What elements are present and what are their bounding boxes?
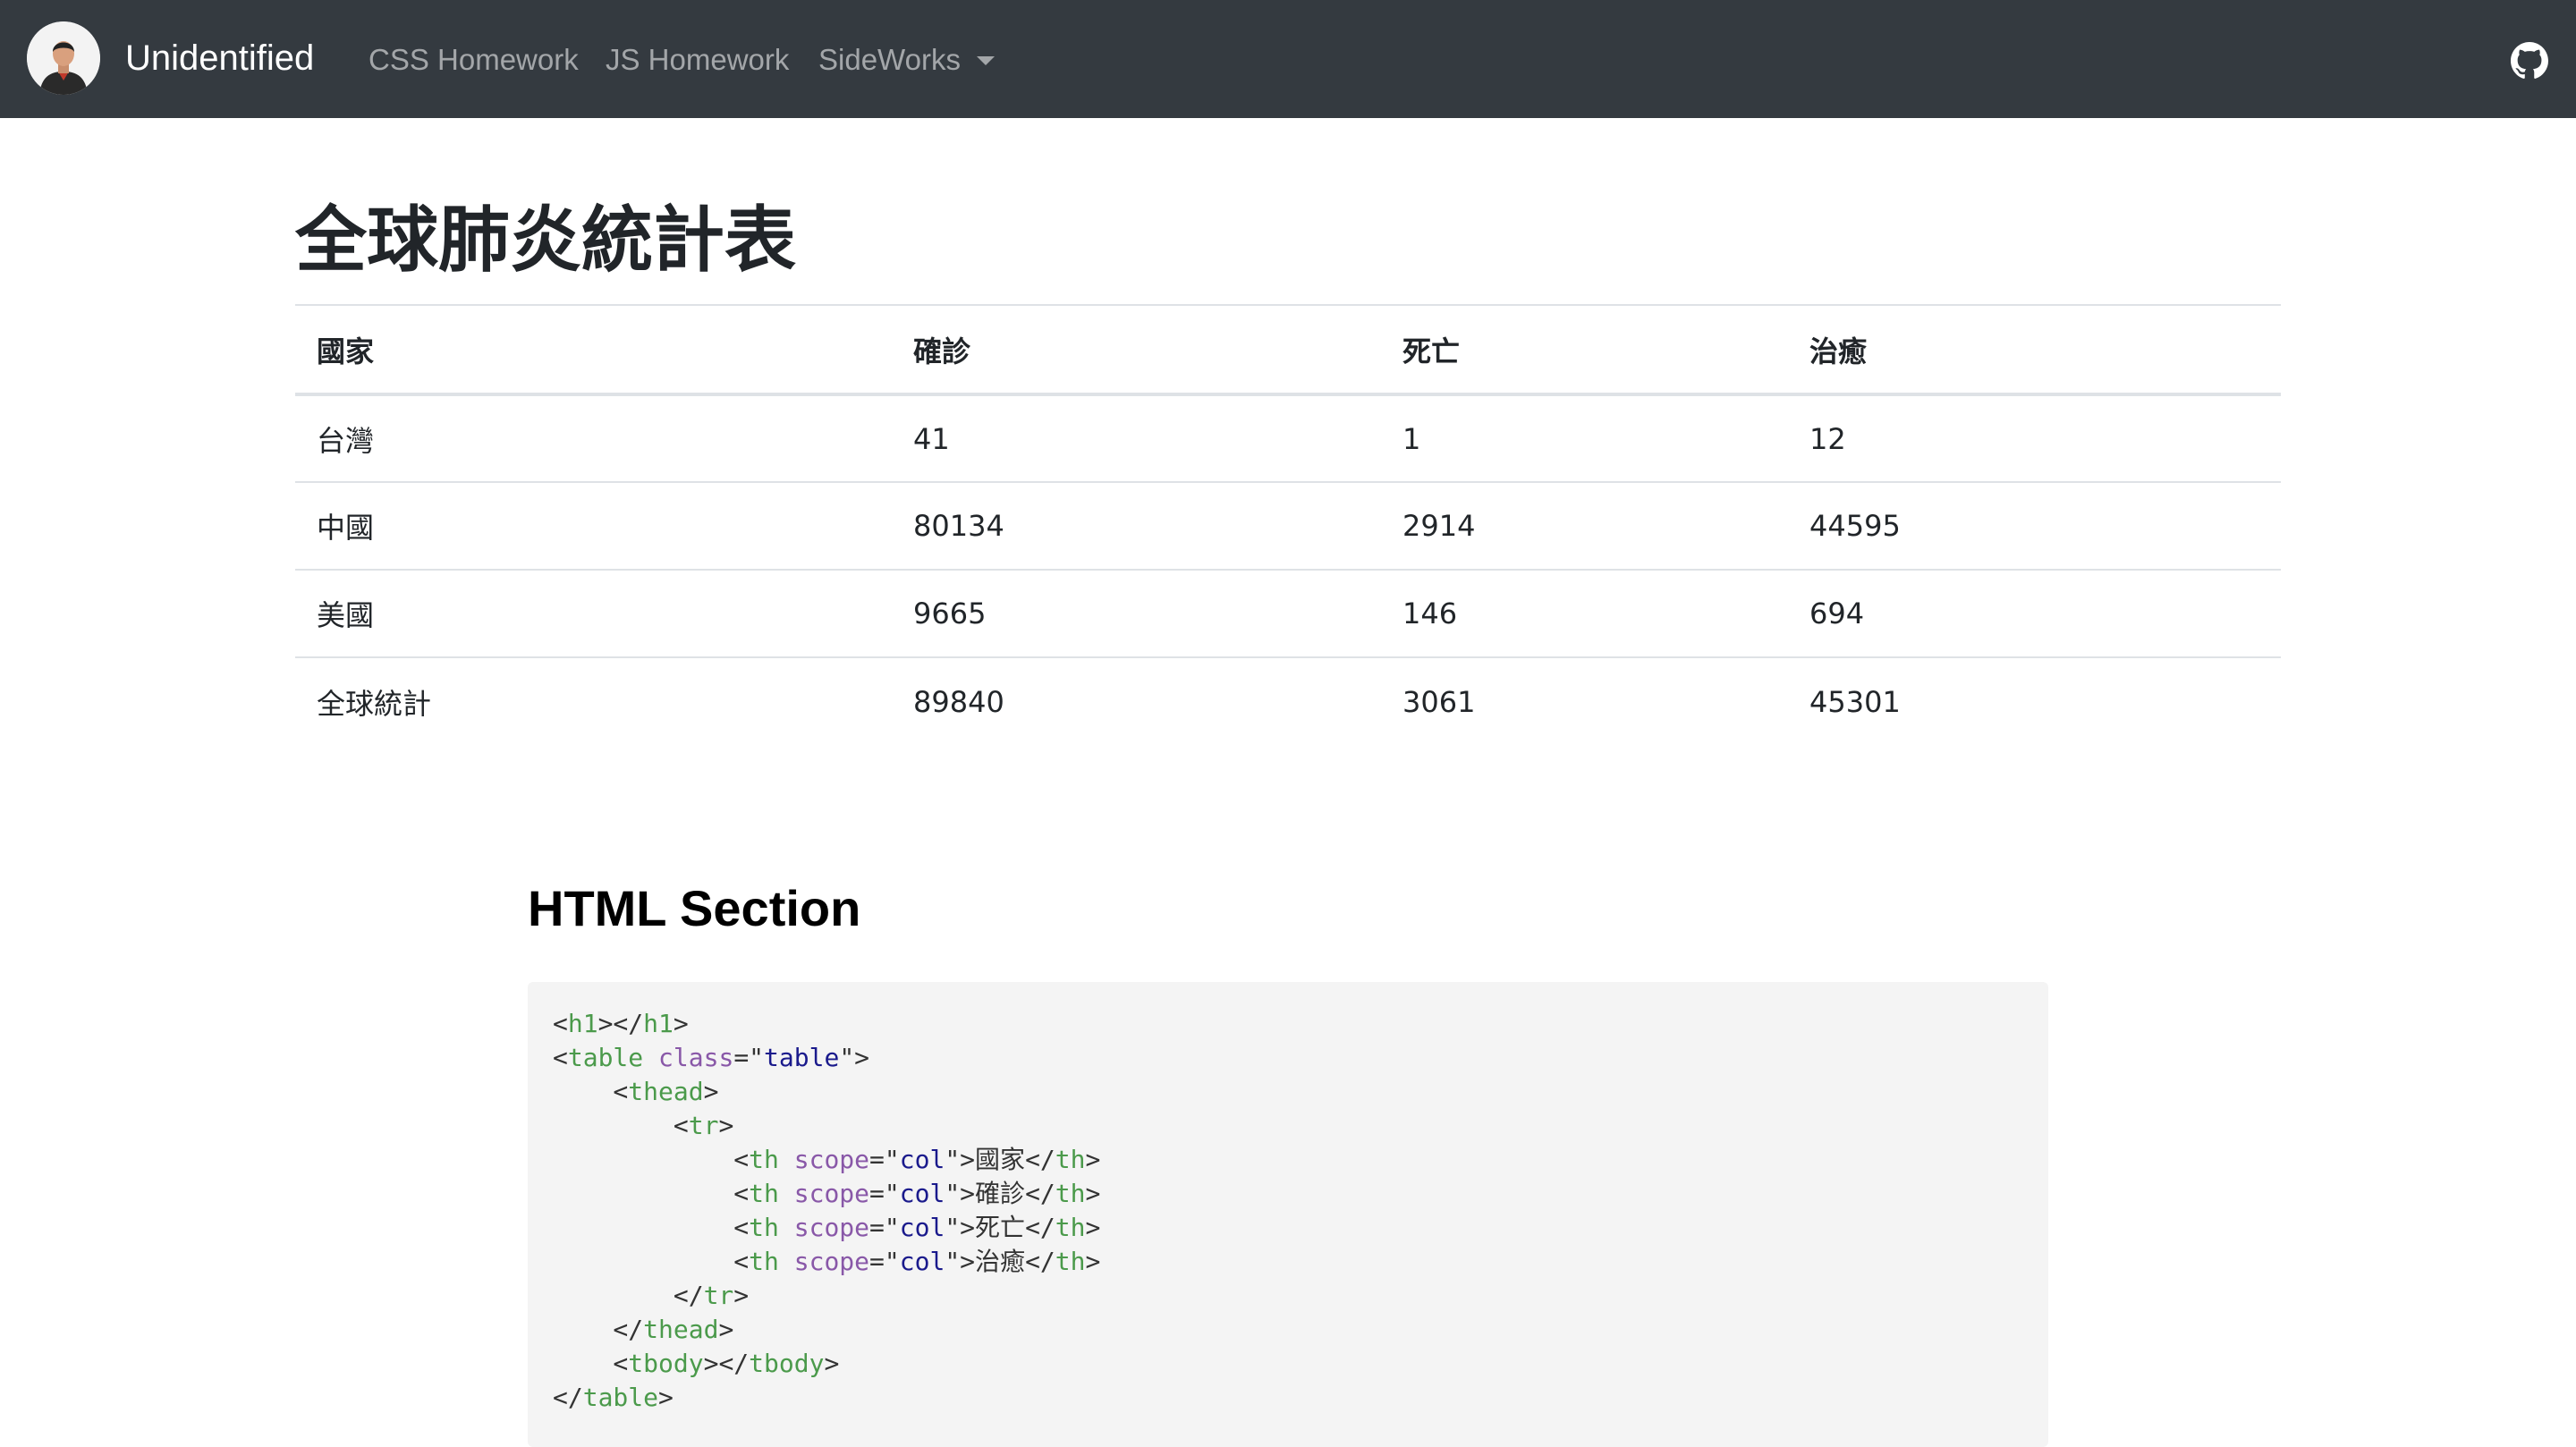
avatar	[27, 21, 100, 95]
header-recovered: 治癒	[1788, 304, 2281, 396]
cell-recovered: 694	[1788, 569, 2281, 657]
code-text-content: 確診	[975, 1179, 1026, 1208]
code-block: <h1></h1> <table class="table"> <thead> <…	[528, 982, 2048, 1447]
code-line: <th scope="col">治癒</th>	[553, 1247, 1101, 1276]
code-tag: th	[749, 1213, 779, 1242]
cell-deaths: 146	[1381, 569, 1788, 657]
code-value: col	[899, 1247, 945, 1276]
code-line: <tbody></tbody>	[553, 1349, 840, 1378]
code-line: <th scope="col">確診</th>	[553, 1179, 1101, 1208]
code-line: <tr>	[553, 1111, 734, 1140]
code-attr: scope	[793, 1145, 870, 1174]
code-line: <h1></h1>	[553, 1009, 689, 1038]
code-tag: table	[582, 1383, 659, 1412]
code-line: <th scope="col">國家</th>	[553, 1145, 1101, 1174]
code-attr: scope	[793, 1213, 870, 1242]
cell-recovered: 45301	[1788, 656, 2281, 745]
code-tag: thead	[643, 1315, 719, 1344]
header-country: 國家	[295, 304, 892, 396]
code-text-content: 死亡	[975, 1213, 1026, 1242]
code-tag: h1	[643, 1009, 674, 1038]
cell-country: 美國	[295, 569, 892, 657]
code-value: table	[764, 1043, 840, 1072]
code-text-content: 國家	[975, 1145, 1026, 1174]
code-tag: tbody	[628, 1349, 704, 1378]
cell-recovered: 12	[1788, 393, 2281, 482]
code-attr: scope	[793, 1179, 870, 1208]
code-tag: tr	[688, 1111, 719, 1140]
github-icon[interactable]	[2511, 42, 2548, 80]
code-tag: th	[749, 1247, 779, 1276]
table-head: 國家 確診 死亡 治癒	[295, 304, 2281, 396]
nav-dropdown-sideworks[interactable]: SideWorks	[818, 42, 995, 78]
cell-confirmed: 41	[892, 393, 1381, 482]
top-navbar: Unidentified CSS Homework JS Homework Si…	[0, 0, 2576, 118]
code-attr: class	[658, 1043, 734, 1072]
code-value: col	[899, 1213, 945, 1242]
code-tag: tbody	[749, 1349, 825, 1378]
cell-confirmed: 9665	[892, 569, 1381, 657]
code-tag: th	[1055, 1145, 1086, 1174]
cell-country: 台灣	[295, 393, 892, 482]
table-row: 台灣 41 1 12	[295, 393, 2281, 482]
table-row: 美國 9665 146 694	[295, 569, 2281, 657]
table-row: 全球統計 89840 3061 45301	[295, 656, 2281, 745]
code-text: <h1></h1> <table class="table"> <thead> <…	[553, 1007, 2023, 1415]
cell-confirmed: 89840	[892, 656, 1381, 745]
table-header-row: 國家 確診 死亡 治癒	[295, 304, 2281, 396]
code-line: </thead>	[553, 1315, 734, 1344]
cell-country: 中國	[295, 481, 892, 570]
code-value: col	[899, 1145, 945, 1174]
section-title: HTML Section	[528, 880, 861, 936]
nav-link-css-homework[interactable]: CSS Homework	[369, 42, 579, 78]
code-line: </tr>	[553, 1281, 750, 1310]
code-value: col	[899, 1179, 945, 1208]
table-body: 台灣 41 1 12 中國 80134 2914 44595 美國 9665 1…	[295, 393, 2281, 745]
brand-link[interactable]: Unidentified	[27, 21, 314, 95]
nav-link-js-homework[interactable]: JS Homework	[606, 42, 789, 78]
code-attr: scope	[793, 1247, 870, 1276]
page-title: 全球肺炎統計表	[295, 199, 796, 282]
cell-country: 全球統計	[295, 656, 892, 745]
brand-name: Unidentified	[125, 38, 315, 78]
code-line: <table class="table">	[553, 1043, 870, 1072]
header-deaths: 死亡	[1381, 304, 1788, 396]
caret-down-icon	[976, 56, 995, 65]
code-tag: th	[749, 1179, 779, 1208]
code-text-content: 治癒	[975, 1247, 1026, 1276]
nav-dropdown-label: SideWorks	[818, 43, 961, 76]
code-tag: tr	[703, 1281, 734, 1310]
cell-deaths: 2914	[1381, 481, 1788, 570]
code-tag: table	[567, 1043, 644, 1072]
code-tag: th	[1055, 1213, 1086, 1242]
code-line: </table>	[553, 1383, 674, 1412]
cell-deaths: 1	[1381, 393, 1788, 482]
code-tag: thead	[628, 1077, 704, 1106]
stats-table: 國家 確診 死亡 治癒 台灣 41 1 12 中國 80134 2914 445…	[295, 304, 2281, 745]
header-confirmed: 確診	[892, 304, 1381, 396]
code-tag: th	[749, 1145, 779, 1174]
table-row: 中國 80134 2914 44595	[295, 481, 2281, 570]
code-line: <thead>	[553, 1077, 719, 1106]
cell-recovered: 44595	[1788, 481, 2281, 570]
code-tag: th	[1055, 1179, 1086, 1208]
code-tag: th	[1055, 1247, 1086, 1276]
code-line: <th scope="col">死亡</th>	[553, 1213, 1101, 1242]
cell-confirmed: 80134	[892, 481, 1381, 570]
code-tag: h1	[567, 1009, 598, 1038]
cell-deaths: 3061	[1381, 656, 1788, 745]
